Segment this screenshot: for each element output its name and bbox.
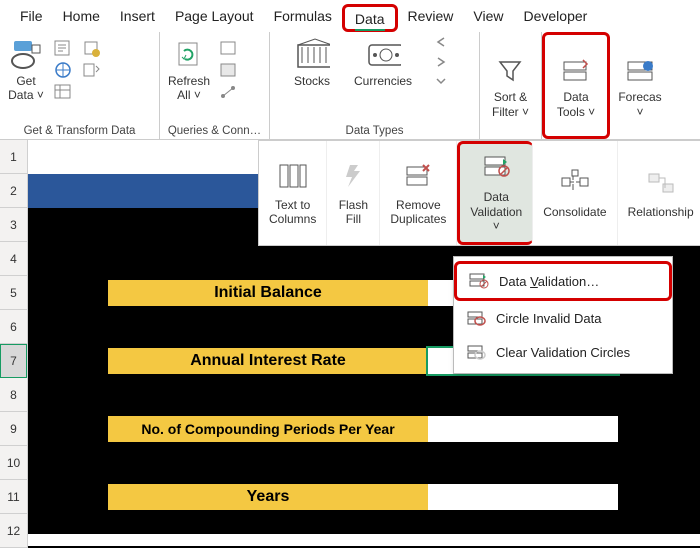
label-initial-balance: Initial Balance — [108, 280, 428, 306]
stocks-button[interactable]: Stocks — [292, 36, 332, 90]
row-header-7[interactable]: 7 — [0, 344, 27, 378]
tab-insert[interactable]: Insert — [110, 4, 165, 32]
queries-icon[interactable] — [218, 38, 240, 58]
data-tools-label: Data Tools ˅ — [557, 90, 595, 119]
forecast-label: Forecas ˅ — [618, 90, 661, 119]
edit-links-icon[interactable] — [218, 82, 240, 102]
from-web-icon[interactable] — [52, 60, 74, 80]
row-header-12[interactable]: 12 — [0, 514, 27, 548]
from-text-icon[interactable] — [52, 38, 74, 58]
group-label-get-transform: Get & Transform Data — [6, 123, 153, 137]
row-header-11[interactable]: 11 — [0, 480, 27, 514]
tab-home[interactable]: Home — [53, 4, 110, 32]
data-validation-icon — [480, 152, 512, 184]
currencies-button[interactable]: Currencies — [352, 36, 414, 90]
currencies-label: Currencies — [354, 74, 412, 88]
menu-circle-invalid[interactable]: Circle Invalid Data — [454, 301, 672, 335]
tab-developer[interactable]: Developer — [514, 4, 598, 32]
row-header-3[interactable]: 3 — [0, 208, 27, 242]
data-validation-menu-icon — [469, 272, 489, 290]
row-headers: 1 2 3 4 5 6 7 8 9 10 11 12 — [0, 140, 28, 548]
row-header-1[interactable]: 1 — [0, 140, 27, 174]
data-validation-menu: Data Validation… Circle Invalid Data Cle… — [453, 256, 673, 374]
data-validation-label: Data Validation ˅ — [470, 190, 522, 233]
menu-clear-circles[interactable]: Clear Validation Circles — [454, 335, 672, 369]
data-tools-icon — [558, 54, 594, 86]
tab-formulas[interactable]: Formulas — [264, 4, 342, 32]
flash-fill-label: Flash Fill — [339, 198, 368, 227]
tab-page-layout[interactable]: Page Layout — [165, 4, 264, 32]
relationships-button[interactable]: Relationship — [618, 141, 700, 245]
tab-view[interactable]: View — [463, 4, 513, 32]
sort-filter-button[interactable]: Sort & Filter ˅ — [490, 52, 531, 121]
forecast-button[interactable]: Forecas ˅ — [616, 52, 663, 121]
menu-data-validation[interactable]: Data Validation… — [454, 261, 672, 301]
row-header-10[interactable]: 10 — [0, 446, 27, 480]
tab-file[interactable]: File — [10, 4, 53, 32]
ribbon: Get Data ˅ Get & Transform Data Refresh … — [0, 32, 700, 140]
tab-data[interactable]: Data — [342, 4, 398, 32]
menu-circle-invalid-label: Circle Invalid Data — [496, 311, 602, 326]
consolidate-button[interactable]: Consolidate — [533, 141, 617, 245]
clear-circles-icon — [466, 343, 486, 361]
remove-duplicates-button[interactable]: Remove Duplicates — [380, 141, 457, 245]
text-to-columns-icon — [277, 160, 309, 192]
row-header-5[interactable]: 5 — [0, 276, 27, 310]
row-header-2[interactable]: 2 — [0, 174, 27, 208]
relationships-label: Relationship — [628, 205, 694, 219]
group-label-datatypes: Data Types — [276, 123, 473, 137]
row-header-6[interactable]: 6 — [0, 310, 27, 344]
ribbon-tabs: File Home Insert Page Layout Formulas Da… — [0, 0, 700, 32]
tab-review[interactable]: Review — [398, 4, 464, 32]
refresh-icon — [171, 38, 207, 70]
from-table-icon[interactable] — [52, 82, 74, 102]
next-datatype-icon[interactable] — [434, 56, 448, 68]
stocks-label: Stocks — [294, 74, 330, 88]
label-periods: No. of Compounding Periods Per Year — [108, 416, 428, 442]
get-data-button[interactable]: Get Data ˅ — [6, 36, 46, 105]
flash-fill-icon — [337, 160, 369, 192]
text-to-columns-button[interactable]: Text to Columns — [259, 141, 327, 245]
data-tools-button[interactable]: Data Tools ˅ — [555, 52, 597, 121]
get-data-icon — [8, 38, 44, 70]
input-periods[interactable] — [428, 416, 618, 442]
flash-fill-button[interactable]: Flash Fill — [327, 141, 380, 245]
input-years[interactable] — [428, 484, 618, 510]
recent-sources-icon[interactable] — [80, 38, 102, 58]
row-header-8[interactable]: 8 — [0, 378, 27, 412]
remove-duplicates-icon — [402, 160, 434, 192]
expand-datatype-icon[interactable] — [434, 76, 448, 86]
sort-filter-label: Sort & Filter ˅ — [492, 90, 529, 119]
data-tools-subribbon: Text to Columns Flash Fill Remove Duplic… — [258, 140, 700, 246]
forecast-icon — [622, 54, 658, 86]
row-header-9[interactable]: 9 — [0, 412, 27, 446]
sort-filter-icon — [492, 54, 528, 86]
data-validation-button[interactable]: Data Validation ˅ — [457, 141, 533, 245]
stocks-icon — [294, 38, 330, 70]
refresh-all-label: Refresh All ˅ — [168, 74, 210, 103]
menu-clear-circles-label: Clear Validation Circles — [496, 345, 630, 360]
menu-data-validation-label: Data Validation… — [499, 274, 599, 289]
currencies-icon — [365, 38, 401, 70]
text-to-columns-label: Text to Columns — [269, 198, 316, 227]
properties-icon[interactable] — [218, 60, 240, 80]
group-label-queries: Queries & Conn… — [166, 123, 263, 137]
prev-datatype-icon[interactable] — [434, 36, 448, 48]
row-header-4[interactable]: 4 — [0, 242, 27, 276]
relationships-icon — [645, 167, 677, 199]
consolidate-label: Consolidate — [543, 205, 606, 219]
refresh-all-button[interactable]: Refresh All ˅ — [166, 36, 212, 105]
remove-duplicates-label: Remove Duplicates — [390, 198, 446, 227]
circle-invalid-icon — [466, 309, 486, 327]
existing-conn-icon[interactable] — [80, 60, 102, 80]
label-years: Years — [108, 484, 428, 510]
label-annual-rate: Annual Interest Rate — [108, 348, 428, 374]
consolidate-icon — [559, 167, 591, 199]
get-data-label: Get Data ˅ — [8, 74, 44, 103]
